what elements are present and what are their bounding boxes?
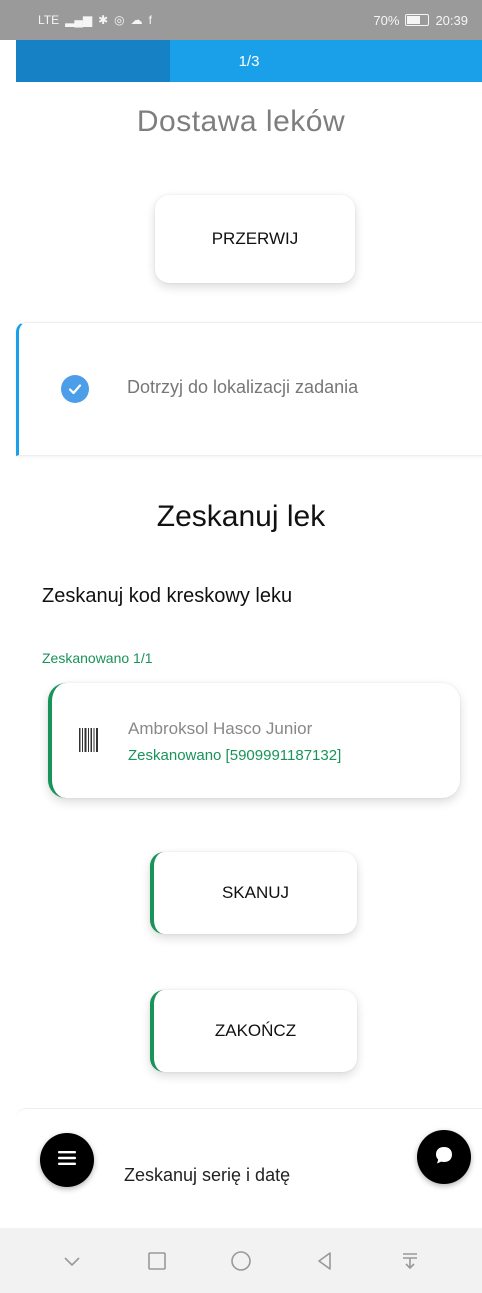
collapse-icon[interactable] [59,1248,85,1274]
scanned-item-card[interactable]: Ambroksol Hasco Junior Zeskanowano [5909… [48,683,460,798]
section-title: Zeskanuj lek [156,500,326,533]
chat-button[interactable] [417,1130,471,1184]
status-bar: LTE ▂▄▆ ✱ ◎ ☁ f 70% 20:39 [0,0,482,40]
interrupt-button[interactable]: PRZERWIJ [155,195,355,283]
scan-button[interactable]: SKANUJ [150,852,357,934]
progress-bar: 1/3 [16,40,482,82]
menu-button[interactable] [40,1133,94,1187]
clock: 20:39 [435,12,468,28]
facebook-icon: f [148,13,152,27]
step-completed[interactable]: Dotrzyj do lokalizacji zadania [16,322,482,456]
signal-icon: ▂▄▆ [65,13,93,27]
location-icon: ◎ [114,13,125,27]
network-indicator: LTE [38,13,60,27]
chat-icon [433,1144,455,1171]
item-name: Ambroksol Hasco Junior [128,719,313,738]
cloud-icon: ☁ [130,13,143,27]
step-next-label: Zeskanuj serię i datę [124,1165,291,1185]
step-completed-label: Dotrzyj do lokalizacji zadania [127,377,359,397]
status-icons-right: 70% 20:39 [373,13,468,28]
home-icon[interactable] [228,1248,254,1274]
menu-icon [57,1150,77,1171]
item-status: Zeskanowano [5909991187132] [128,747,342,764]
recents-icon[interactable] [144,1248,170,1274]
bluetooth-icon: ✱ [98,13,109,27]
scan-counter: Zeskanowano 1/1 [42,650,153,666]
battery-icon [405,14,430,26]
finish-button[interactable]: ZAKOŃCZ [150,990,357,1072]
page-title: Dostawa leków [136,105,346,138]
check-icon [61,375,89,403]
battery-percent: 70% [373,12,400,28]
section-subtitle: Zeskanuj kod kreskowy leku [42,585,293,607]
back-icon[interactable] [312,1248,338,1274]
system-nav-bar [0,1228,482,1293]
notifications-pull-icon[interactable] [397,1248,423,1274]
barcode-icon [78,727,100,753]
status-icons-left: LTE ▂▄▆ ✱ ◎ ☁ f [38,13,152,27]
progress-label: 1/3 [238,52,260,70]
